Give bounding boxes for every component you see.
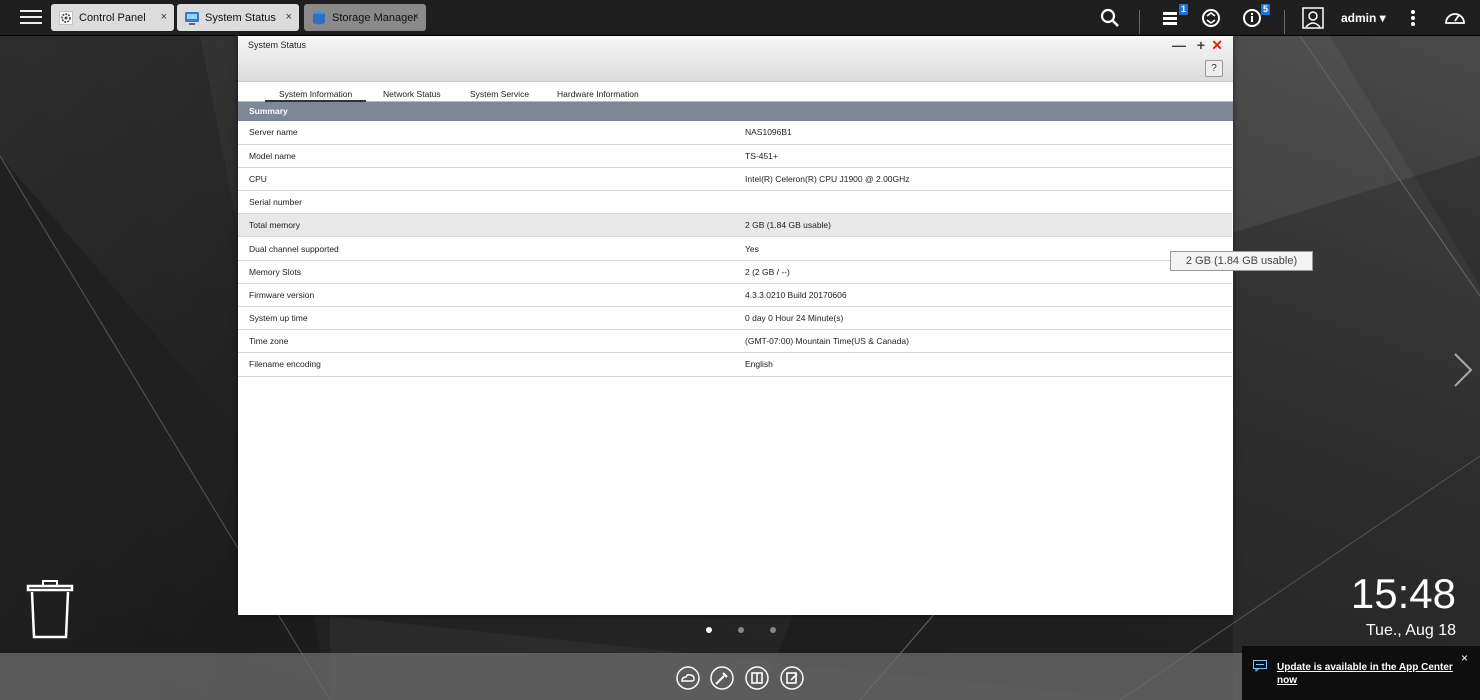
table-row: Time zone (GMT-07:00) Mountain Time(US &…: [238, 329, 1232, 354]
row-value: 4.3.3.0210 Build 20170606: [734, 283, 1232, 308]
summary-table: Server name NAS1096B1 Model name TS-451+…: [238, 121, 1232, 377]
trash-icon[interactable]: [26, 580, 74, 640]
row-value: [734, 190, 1232, 215]
tools-app-icon[interactable]: [710, 666, 734, 690]
system-status-window: System Status — + ✕ ? System Information…: [238, 36, 1233, 615]
table-row: Server name NAS1096B1: [238, 121, 1232, 145]
dashboard-gauge-icon[interactable]: [1443, 6, 1467, 30]
window-tabs: System Information Network Status System…: [238, 82, 1233, 102]
row-label: Memory Slots: [238, 260, 734, 284]
page-dot-1[interactable]: [706, 627, 712, 633]
table-row: Serial number: [238, 190, 1232, 215]
tab-hardware-information[interactable]: Hardware Information: [557, 89, 639, 102]
search-icon[interactable]: [1098, 6, 1122, 30]
main-menu-icon[interactable]: [20, 7, 42, 29]
tab-system-status[interactable]: System Status ×: [177, 4, 299, 31]
row-label: Time zone: [238, 329, 734, 354]
tab-network-status[interactable]: Network Status: [383, 89, 441, 102]
update-notification: Update is available in the App Center no…: [1242, 646, 1480, 700]
table-row-highlighted: Total memory 2 GB (1.84 GB usable): [238, 213, 1232, 238]
close-tab-icon[interactable]: ×: [286, 11, 292, 23]
row-label: Firmware version: [238, 283, 734, 308]
notes-app-icon[interactable]: [780, 666, 804, 690]
row-value: Intel(R) Celeron(R) CPU J1900 @ 2.00GHz: [734, 167, 1232, 192]
tab-system-information[interactable]: System Information: [265, 89, 367, 102]
page-dot-3[interactable]: [770, 627, 776, 633]
tab-storage-manager[interactable]: Storage Manager ×: [304, 4, 426, 31]
tab-control-panel[interactable]: Control Panel ×: [51, 4, 174, 31]
close-tab-icon[interactable]: ×: [161, 11, 167, 23]
row-label: Total memory: [238, 213, 734, 238]
minimize-button[interactable]: —: [1172, 37, 1186, 53]
close-button[interactable]: ✕: [1211, 37, 1223, 54]
help-button[interactable]: ?: [1205, 60, 1223, 77]
window-title: System Status: [248, 40, 307, 50]
close-tab-icon[interactable]: ×: [413, 11, 419, 23]
tasks-badge: 1: [1178, 4, 1188, 15]
row-label: Filename encoding: [238, 352, 734, 377]
sync-icon[interactable]: [1199, 6, 1223, 30]
row-value: Yes: [734, 236, 1232, 261]
table-row: System up time 0 day 0 Hour 24 Minute(s): [238, 306, 1232, 331]
window-title-bar[interactable]: System Status — + ✕ ?: [238, 36, 1233, 82]
separator: [1139, 10, 1140, 34]
row-label: Serial number: [238, 190, 734, 215]
user-menu[interactable]: admin ▾: [1341, 11, 1386, 25]
row-label: Dual channel supported: [238, 236, 734, 261]
columns-app-icon[interactable]: [745, 666, 769, 690]
row-label: Server name: [238, 121, 734, 145]
top-bar: Control Panel × System Status × Storage …: [0, 0, 1480, 36]
row-value: 2 GB (1.84 GB usable): [734, 213, 1232, 238]
close-notification-icon[interactable]: ×: [1461, 651, 1468, 665]
table-row: CPU Intel(R) Celeron(R) CPU J1900 @ 2.00…: [238, 167, 1232, 192]
table-row: Filename encoding English: [238, 352, 1232, 377]
row-label: Model name: [238, 144, 734, 168]
tab-label: Control Panel: [79, 11, 146, 24]
clock-date: Tue., Aug 18: [1365, 622, 1456, 639]
tab-system-service[interactable]: System Service: [470, 89, 529, 102]
update-link[interactable]: Update is available in the App Center no…: [1277, 661, 1457, 687]
monitor-icon: [185, 11, 199, 25]
row-value: 2 (2 GB / --): [734, 260, 1232, 284]
info-badge: 5: [1260, 4, 1270, 15]
clock-time: 15:48: [1350, 570, 1456, 617]
background-tasks-icon[interactable]: 1: [1160, 4, 1188, 30]
tab-label: System Status: [205, 11, 276, 24]
database-icon: [313, 11, 325, 24]
info-icon[interactable]: 5: [1242, 4, 1270, 30]
table-row: Model name TS-451+: [238, 144, 1232, 168]
row-value: (GMT-07:00) Mountain Time(US & Canada): [734, 329, 1232, 354]
table-row: Dual channel supported Yes: [238, 236, 1232, 261]
row-label: CPU: [238, 167, 734, 192]
separator: [1284, 10, 1285, 34]
row-label: System up time: [238, 306, 734, 331]
message-icon: [1253, 660, 1267, 672]
next-page-arrow-icon[interactable]: [1452, 352, 1474, 388]
row-value: 0 day 0 Hour 24 Minute(s): [734, 306, 1232, 331]
summary-section-header: Summary: [238, 102, 1233, 121]
maximize-button[interactable]: +: [1197, 37, 1205, 53]
cloud-app-icon[interactable]: [676, 666, 700, 690]
table-row: Firmware version 4.3.3.0210 Build 201706…: [238, 283, 1232, 308]
more-options-icon[interactable]: [1401, 6, 1425, 30]
tab-label: Storage Manager: [332, 11, 417, 24]
row-value: English: [734, 352, 1232, 377]
gear-icon: [59, 10, 73, 25]
user-avatar-icon[interactable]: [1301, 6, 1325, 30]
page-dot-2[interactable]: [738, 627, 744, 633]
table-row: Memory Slots 2 (2 GB / --): [238, 260, 1232, 284]
memory-tooltip: 2 GB (1.84 GB usable): [1170, 251, 1313, 271]
row-value: NAS1096B1: [734, 121, 1232, 145]
row-value: TS-451+: [734, 144, 1232, 168]
